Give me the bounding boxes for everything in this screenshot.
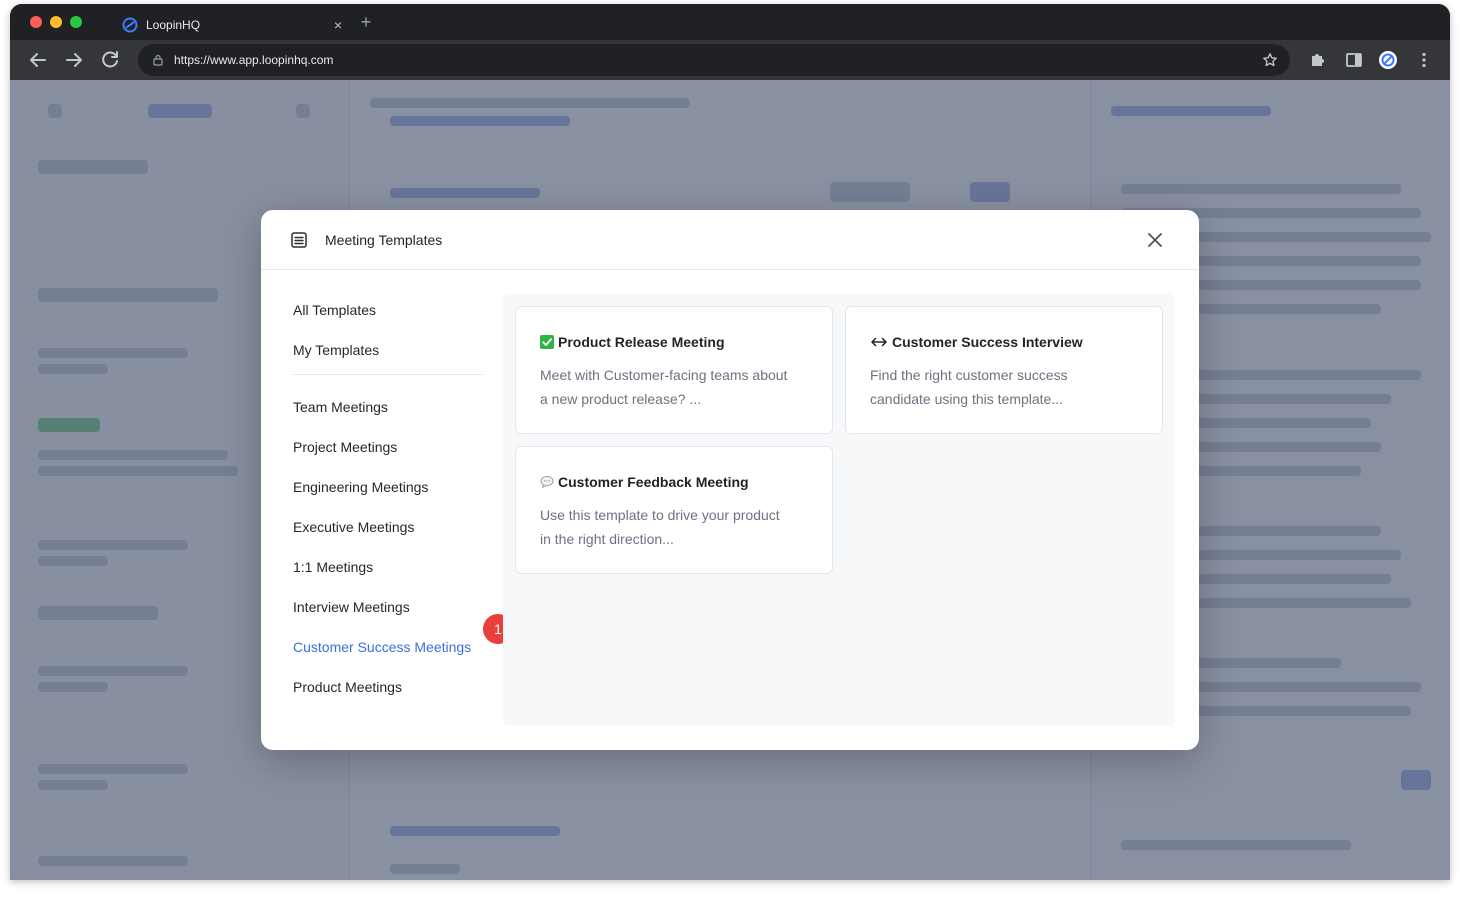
modal-title: Meeting Templates [325,231,443,248]
card-description: Meet with Customer-facing teams about a … [540,363,808,411]
card-description-line: a new product release? ... [540,391,702,407]
lock-icon [153,54,163,66]
menu-item-customer-success-meetings[interactable]: Customer Success Meetings [293,627,483,667]
card-description-line: in the right direction... [540,531,674,547]
menu-item-product-meetings[interactable]: Product Meetings [293,667,483,707]
tab-close-icon[interactable]: × [330,17,346,33]
browser-tab[interactable]: LoopinHQ × [110,10,356,40]
menu-item-executive-meetings[interactable]: Executive Meetings [293,507,483,547]
browser-window: LoopinHQ × + https://www.app.loopinhq.co… [10,4,1450,880]
loopin-logo-icon [122,17,138,33]
maximize-window-button[interactable] [70,16,82,28]
check-box-icon [540,335,554,349]
app-page: Meeting Templates All Templates My Templ… [10,80,1450,880]
card-title-row: Customer Success Interview [870,331,1138,353]
card-description: Find the right customer success candidat… [870,363,1138,411]
card-description-line: Use this template to drive your product [540,507,780,523]
meeting-templates-modal: Meeting Templates All Templates My Templ… [261,210,1199,750]
card-title-row: Customer Feedback Meeting [540,471,808,493]
url-text: https://www.app.loopinhq.com [174,53,334,67]
card-description-line: Find the right customer success [870,367,1068,383]
template-category-menu: All Templates My Templates Team Meetings… [293,290,483,707]
forward-arrow-icon[interactable] [62,48,86,72]
modal-header: Meeting Templates [261,210,1199,270]
menu-divider [293,374,483,375]
menu-item-my-templates[interactable]: My Templates [293,330,483,370]
menu-item-team-meetings[interactable]: Team Meetings [293,387,483,427]
browser-toolbar: https://www.app.loopinhq.com [10,40,1450,80]
card-title-row: Product Release Meeting [540,331,808,353]
card-description-line: Meet with Customer-facing teams about [540,367,788,383]
document-icon [291,231,307,248]
templates-panel: Product Release Meeting Meet with Custom… [503,294,1175,726]
card-title: Customer Feedback Meeting [558,474,749,490]
browser-menu-icon[interactable] [1414,50,1434,70]
reload-icon[interactable] [98,48,122,72]
bookmark-star-icon[interactable] [1262,52,1278,68]
menu-item-interview-meetings[interactable]: Interview Meetings [293,587,483,627]
template-card-customer-feedback[interactable]: Customer Feedback Meeting Use this templ… [515,446,833,574]
close-window-button[interactable] [30,16,42,28]
address-bar[interactable]: https://www.app.loopinhq.com [138,44,1290,76]
speech-bubble-icon [540,475,554,488]
extensions-puzzle-icon[interactable] [1308,50,1328,70]
minimize-window-button[interactable] [50,16,62,28]
menu-item-engineering-meetings[interactable]: Engineering Meetings [293,467,483,507]
card-description-line: candidate using this template... [870,391,1064,407]
menu-item-project-meetings[interactable]: Project Meetings [293,427,483,467]
card-title: Customer Success Interview [892,334,1083,350]
menu-item-all-templates[interactable]: All Templates [293,290,483,330]
new-tab-button[interactable]: + [356,12,376,32]
back-arrow-icon[interactable] [26,48,50,72]
loopin-extension-icon[interactable] [1378,50,1398,70]
tab-title: LoopinHQ [146,18,201,32]
tab-strip: LoopinHQ × + [10,4,1450,40]
card-title: Product Release Meeting [558,334,725,350]
left-right-arrow-icon [871,337,887,347]
template-card-product-release[interactable]: Product Release Meeting Meet with Custom… [515,306,833,434]
side-panel-icon[interactable] [1344,50,1364,70]
template-card-customer-success-interview[interactable]: Customer Success Interview Find the righ… [845,306,1163,434]
close-icon[interactable] [1145,230,1165,250]
menu-item-one-on-one-meetings[interactable]: 1:1 Meetings [293,547,483,587]
card-description: Use this template to drive your product … [540,503,808,551]
